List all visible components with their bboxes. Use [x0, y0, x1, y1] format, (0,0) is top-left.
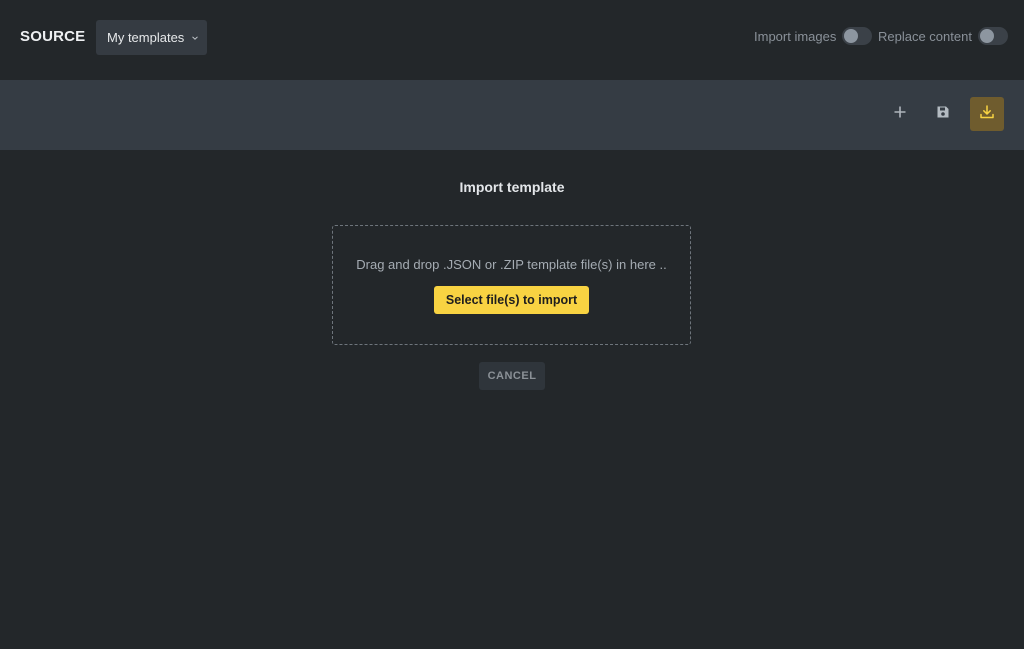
import-images-label: Import images: [754, 28, 837, 44]
template-source-value: My templates: [107, 30, 185, 45]
cancel-button[interactable]: CANCEL: [479, 362, 545, 390]
import-images-toggle-group: Import images: [754, 27, 873, 45]
source-title: SOURCE: [20, 28, 86, 45]
import-images-toggle[interactable]: [842, 27, 873, 45]
header-bar: SOURCE My templates Import images Replac…: [0, 0, 1024, 80]
toolbar: [0, 80, 1024, 150]
replace-content-toggle-group: Replace content: [878, 27, 1008, 45]
add-template-button[interactable]: [883, 97, 917, 131]
save-template-button[interactable]: [926, 97, 960, 131]
import-template-title: Import template: [459, 179, 565, 195]
replace-content-toggle[interactable]: [977, 27, 1008, 45]
dropzone-instructions: Drag and drop .JSON or .ZIP template fil…: [356, 257, 667, 272]
download-icon: [979, 104, 995, 125]
app-root: SOURCE My templates Import images Replac…: [0, 0, 1024, 649]
plus-icon: [893, 105, 907, 124]
select-files-button[interactable]: Select file(s) to import: [434, 286, 589, 314]
import-template-button[interactable]: [970, 97, 1004, 131]
toggle-knob: [979, 29, 994, 43]
file-dropzone[interactable]: Drag and drop .JSON or .ZIP template fil…: [332, 225, 691, 345]
toggle-knob: [844, 29, 859, 43]
template-source-dropdown[interactable]: My templates: [96, 20, 207, 55]
replace-content-label: Replace content: [878, 28, 972, 44]
chevron-down-icon: [191, 34, 199, 42]
save-icon: [936, 105, 950, 124]
